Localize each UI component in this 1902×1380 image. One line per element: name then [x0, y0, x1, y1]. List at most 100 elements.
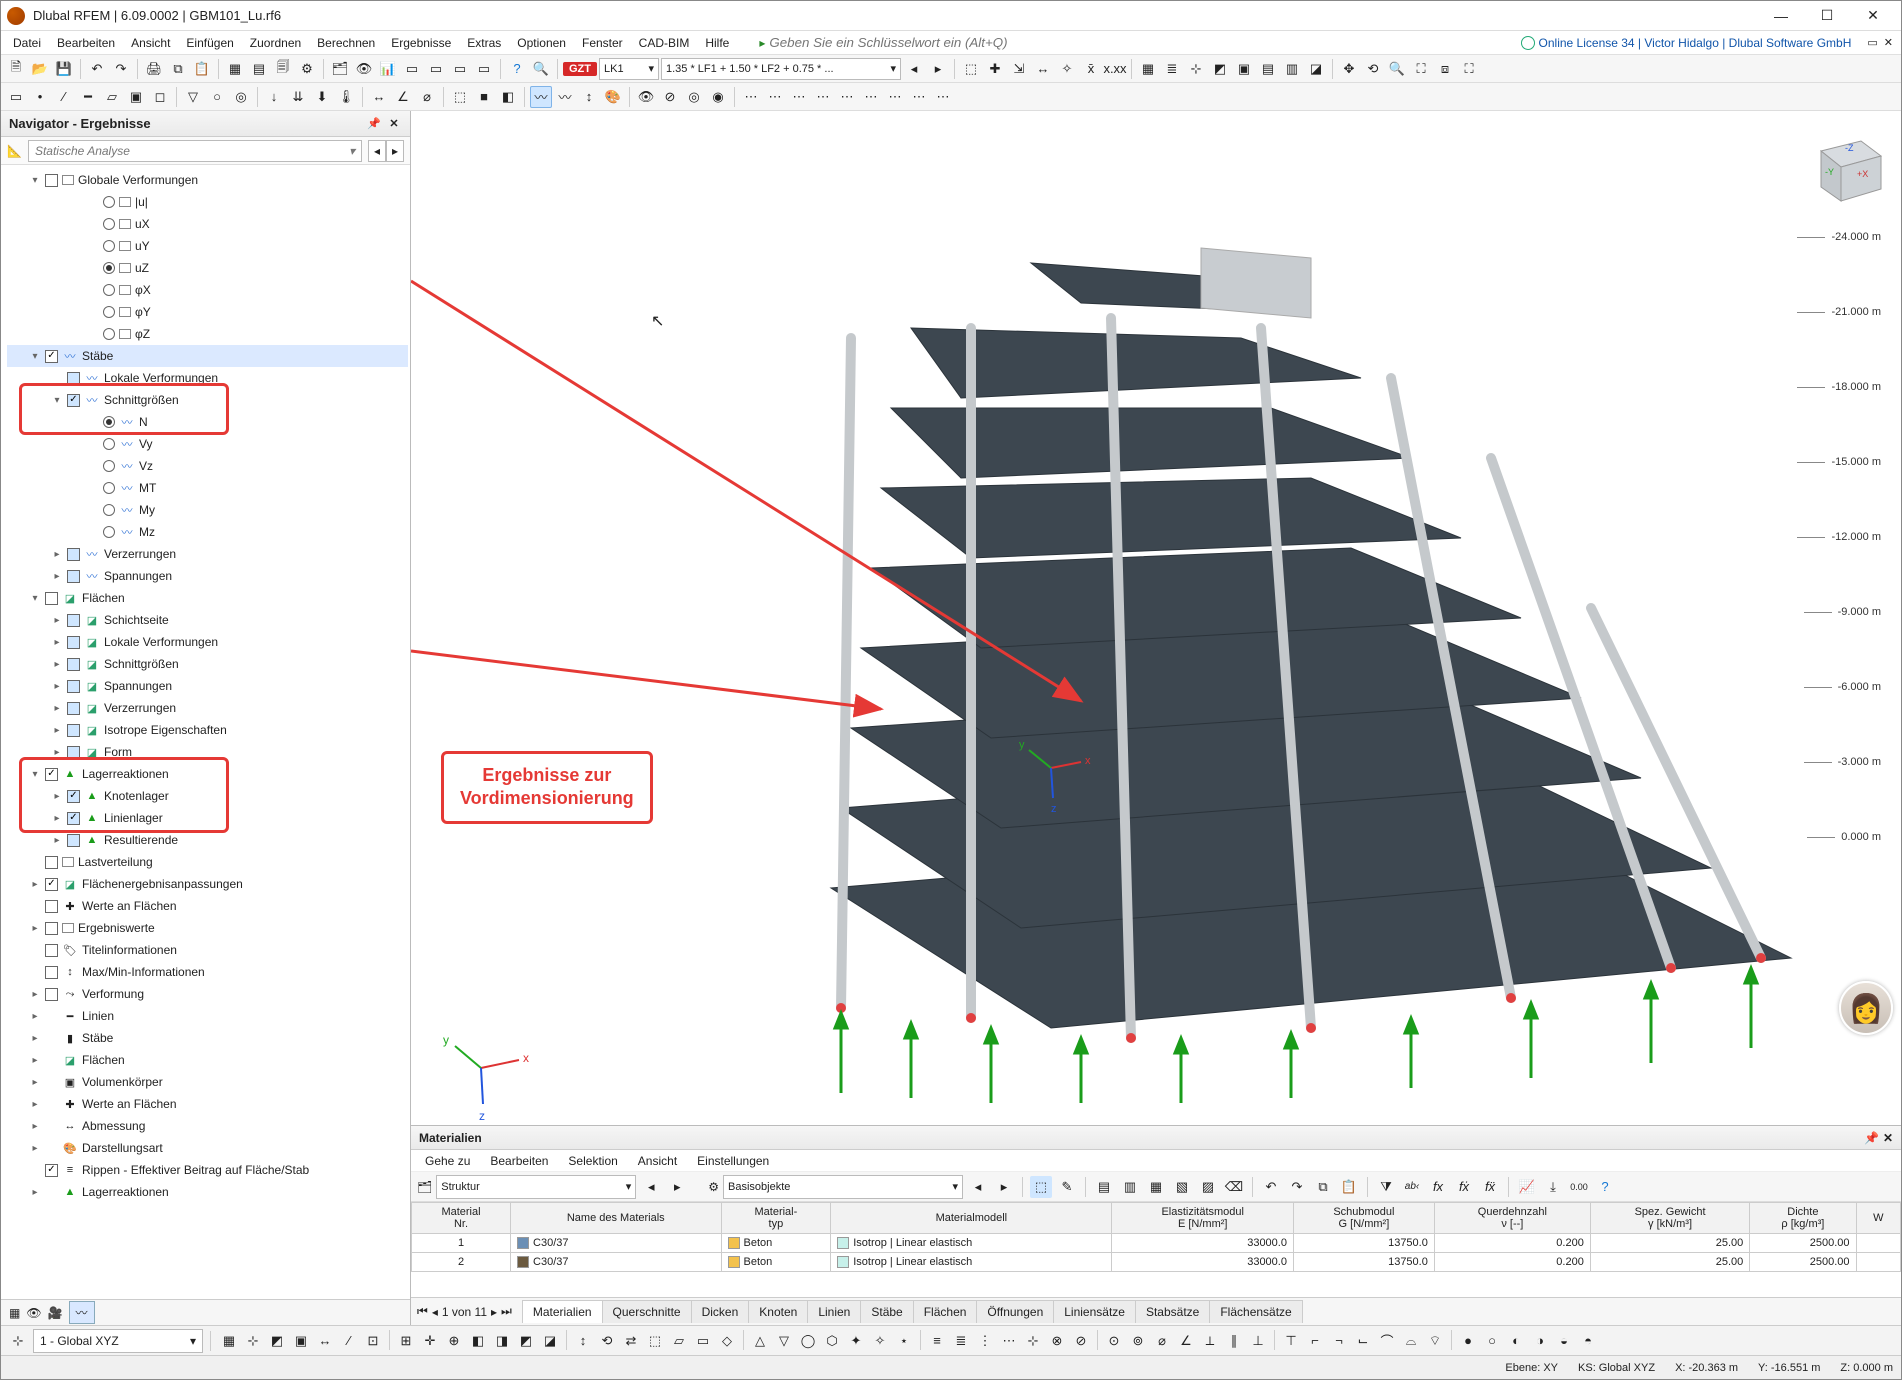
view-top-icon[interactable]: ▣ [1233, 58, 1255, 80]
panel-icon[interactable]: ▭ [401, 58, 423, 80]
new-file-icon[interactable]: 🗎 [5, 58, 27, 80]
tree-item--x[interactable]: φX [7, 279, 408, 301]
bottom-tool-38-icon[interactable]: ∠ [1175, 1330, 1197, 1352]
node-icon[interactable]: • [29, 86, 51, 108]
load-line-icon[interactable]: ⇊ [287, 86, 309, 108]
mt-export-icon[interactable]: ⤓ [1542, 1176, 1564, 1198]
load-area-icon[interactable]: ⬇ [311, 86, 333, 108]
tool-g-icon[interactable]: x.xx [1104, 58, 1126, 80]
bottom-tool-36-icon[interactable]: ⊚ [1127, 1330, 1149, 1352]
zoom-window-icon[interactable]: ⧈ [1434, 58, 1456, 80]
nav-tab-data-icon[interactable]: ▦ [9, 1306, 20, 1320]
tree-item-globale-verformungen[interactable]: ▾Globale Verformungen [7, 169, 408, 191]
menu-ansicht[interactable]: Ansicht [123, 34, 178, 52]
struct-selector[interactable]: Struktur▾ [436, 1175, 636, 1199]
bottom-tool-2-icon[interactable]: ◩ [266, 1330, 288, 1352]
3d-viewport[interactable]: x y z x y z [411, 111, 1901, 1125]
loadcase-selector[interactable]: LK1▾ [599, 58, 659, 80]
bottom-tool-19-icon[interactable]: ▭ [692, 1330, 714, 1352]
tree-item-lastverteilung[interactable]: Lastverteilung [7, 851, 408, 873]
tree-item--z[interactable]: φZ [7, 323, 408, 345]
panel4-icon[interactable]: ▭ [473, 58, 495, 80]
license-info[interactable]: Online License 34 | Victor Hidalgo | Dlu… [1521, 36, 1858, 50]
settings-icon[interactable]: ⚙ [296, 58, 318, 80]
tree-item-form[interactable]: ▸◪Form [7, 741, 408, 763]
coord-system-selector[interactable]: 1 - Global XYZ▾ [33, 1329, 203, 1353]
tree-item-schnittgr-en[interactable]: ▾〰Schnittgrößen [7, 389, 408, 411]
tree-item-uz[interactable]: uZ [7, 257, 408, 279]
tool-b-icon[interactable]: ✚ [984, 58, 1006, 80]
maximize-button[interactable]: ☐ [1805, 3, 1849, 29]
tree-item-knotenlager[interactable]: ▸▲Knotenlager [7, 785, 408, 807]
bottom-tool-35-icon[interactable]: ⊙ [1103, 1330, 1125, 1352]
select-icon[interactable]: ▭ [5, 86, 27, 108]
navigator-pin-icon[interactable]: 📌 [366, 116, 382, 132]
mt-paste-icon[interactable]: 📋 [1338, 1176, 1360, 1198]
bottom-tool-43-icon[interactable]: ⌐ [1304, 1330, 1326, 1352]
tree-item--y[interactable]: φY [7, 301, 408, 323]
tree-item-resultierende[interactable]: ▸▲Resultierende [7, 829, 408, 851]
report-icon[interactable]: 🗐 [272, 58, 294, 80]
tree-item-volumenk-rper[interactable]: ▸▣Volumenkörper [7, 1071, 408, 1093]
bottom-tool-10-icon[interactable]: ◧ [467, 1330, 489, 1352]
navigator-close-icon[interactable]: ✕ [386, 116, 402, 132]
tool-c-icon[interactable]: ⇲ [1008, 58, 1030, 80]
tree-item-rippen-effektiver-beitrag-auf-fl-che-stab[interactable]: ≡Rippen - Effektiver Beitrag auf Fläche/… [7, 1159, 408, 1181]
bottom-tool-0-icon[interactable]: ▦ [218, 1330, 240, 1352]
table-tab-linien[interactable]: Linien [807, 1300, 861, 1323]
window-restore-icon[interactable]: ▭ [1867, 36, 1877, 49]
tree-item-schnittgr-en[interactable]: ▸◪Schnittgrößen [7, 653, 408, 675]
menu-hilfe[interactable]: Hilfe [697, 34, 737, 52]
analysis-selector[interactable]: Statische Analyse▾ [28, 140, 362, 162]
mt-fx2-icon[interactable]: fẋ [1453, 1176, 1475, 1198]
tree-item-mt[interactable]: 〰MT [7, 477, 408, 499]
render-solid-icon[interactable]: ■ [473, 86, 495, 108]
nav-tab-results-icon[interactable]: 〰 [69, 1301, 95, 1324]
misc9-icon[interactable]: ⋯ [932, 86, 954, 108]
nav-results-icon[interactable]: 📊 [377, 58, 399, 80]
bottom-tool-49-icon[interactable]: ● [1457, 1330, 1479, 1352]
bottom-tool-17-icon[interactable]: ⬚ [644, 1330, 666, 1352]
bottom-tool-3-icon[interactable]: ▣ [290, 1330, 312, 1352]
bottom-tool-52-icon[interactable]: ◑ [1529, 1330, 1551, 1352]
tree-item-ergebniswerte[interactable]: ▸Ergebniswerte [7, 917, 408, 939]
keyword-search-input[interactable] [769, 35, 1029, 50]
bottom-tool-18-icon[interactable]: ▱ [668, 1330, 690, 1352]
basis-selector[interactable]: Basisobjekte▾ [723, 1175, 963, 1199]
tree-item-fl-chen[interactable]: ▸◪Flächen [7, 1049, 408, 1071]
save-file-icon[interactable]: 💾 [53, 58, 75, 80]
bottom-tool-22-icon[interactable]: ▽ [773, 1330, 795, 1352]
bottom-tool-6-icon[interactable]: ⊡ [362, 1330, 384, 1352]
menu-bearbeiten[interactable]: Bearbeiten [49, 34, 123, 52]
support-icon[interactable]: ▽ [182, 86, 204, 108]
render-wire-icon[interactable]: ⬚ [449, 86, 471, 108]
materials-table[interactable]: Material Nr.Name des MaterialsMaterial- … [411, 1202, 1901, 1272]
menu-cad-bim[interactable]: CAD-BIM [631, 34, 698, 52]
bottom-tool-4-icon[interactable]: ↔ [314, 1330, 336, 1352]
menu-ergebnisse[interactable]: Ergebnisse [383, 34, 459, 52]
tree-item-werte-an-fl-chen[interactable]: ▸✚Werte an Flächen [7, 1093, 408, 1115]
move-icon[interactable]: ✥ [1338, 58, 1360, 80]
nav-tab-views-icon[interactable]: 🎥 [48, 1306, 63, 1320]
section-icon[interactable]: ⌀ [416, 86, 438, 108]
bottom-tool-13-icon[interactable]: ◪ [539, 1330, 561, 1352]
tabnav-prev-icon[interactable]: ◂ [432, 1305, 438, 1319]
load-node-icon[interactable]: ↓ [263, 86, 285, 108]
menu-datei[interactable]: Datei [5, 34, 49, 52]
assistant-avatar[interactable]: 👩 [1839, 981, 1893, 1035]
tree-item-abmessung[interactable]: ▸↔Abmessung [7, 1115, 408, 1137]
calc-icon[interactable]: ▦ [224, 58, 246, 80]
tool-f-icon[interactable]: x̄ [1080, 58, 1102, 80]
bottom-tool-25-icon[interactable]: ✦ [845, 1330, 867, 1352]
table-tab-dicken[interactable]: Dicken [691, 1300, 750, 1323]
struct-prev-icon[interactable]: ◂ [640, 1176, 662, 1198]
hide-icon[interactable]: ⊘ [659, 86, 681, 108]
cs-icon[interactable]: ⊹ [7, 1330, 29, 1352]
menu-zuordnen[interactable]: Zuordnen [242, 34, 309, 52]
results-color-icon[interactable]: 🎨 [602, 86, 624, 108]
table-tab-liniensätze[interactable]: Liniensätze [1053, 1300, 1136, 1323]
tabnav-last-icon[interactable]: ⏭ [501, 1304, 512, 1319]
table-tab-knoten[interactable]: Knoten [748, 1300, 808, 1323]
tool-a-icon[interactable]: ⬚ [960, 58, 982, 80]
layers-icon[interactable]: ≣ [1161, 58, 1183, 80]
